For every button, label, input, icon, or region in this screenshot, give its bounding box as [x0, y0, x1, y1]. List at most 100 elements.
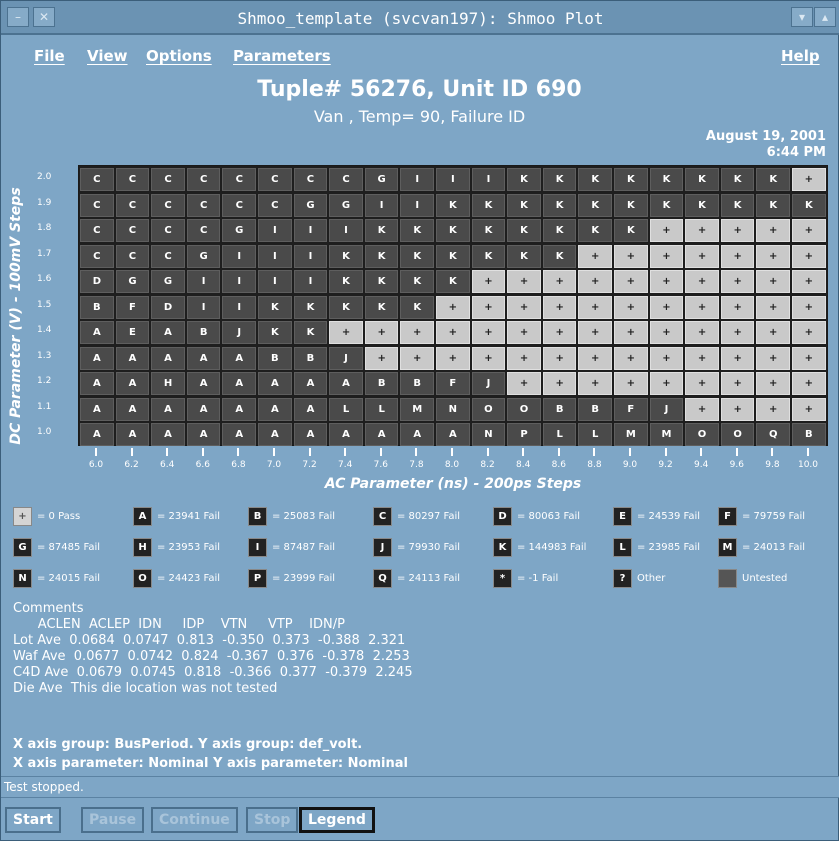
grid-cell: C [115, 168, 150, 191]
legend-item: I = 87487 Fail [248, 537, 335, 559]
shmoo-window: – ✕ Shmoo_template (svcvan197): Shmoo Pl… [0, 0, 839, 841]
legend-item: N = 24015 Fail [13, 568, 100, 590]
x-tick-mark [451, 448, 453, 456]
comments-line-c4d: C4D Ave 0.0679 0.0745 0.818 -0.366 0.377… [13, 665, 413, 680]
minimize-icon[interactable]: ▾ [791, 7, 813, 27]
grid-cell: C [258, 193, 292, 217]
grid-cell: A [115, 423, 150, 446]
menu-file[interactable]: File [34, 47, 65, 65]
grid-cell: L [329, 397, 363, 421]
grid-cell: + [364, 321, 399, 344]
pause-button[interactable]: Pause [81, 807, 145, 833]
grid-cell: G [293, 193, 328, 217]
grid-cell: + [507, 346, 541, 370]
x-tick-label: 8.4 [516, 460, 531, 470]
grid-cell: L [578, 423, 613, 446]
grid-cell: + [542, 372, 577, 395]
grid-cell: I [258, 270, 292, 293]
grid-cell: C [80, 193, 114, 217]
menu-parameters[interactable]: Parameters [233, 47, 331, 65]
grid-cell: O [720, 423, 755, 446]
grid-cell: C [186, 193, 221, 217]
plot-subtitle: Van , Temp= 90, Failure ID [313, 107, 526, 126]
comments-line-lot: Lot Ave 0.0684 0.0747 0.813 -0.350 0.373… [13, 633, 406, 648]
comments-label: Comments [13, 601, 84, 616]
grid-cell: C [258, 168, 292, 191]
legend-swatch: P [248, 568, 267, 588]
grid-cell: + [436, 321, 470, 344]
grid-cell: + [400, 346, 435, 370]
legend-swatch: C [373, 506, 392, 526]
grid-cell: C [115, 219, 150, 242]
legend-button[interactable]: Legend [299, 807, 375, 833]
legend-text: = 23999 Fail [272, 573, 336, 584]
grid-cell: G [186, 244, 221, 268]
x-tick-mark [273, 448, 275, 456]
grid-cell: C [80, 168, 114, 191]
grid-cell: C [115, 193, 150, 217]
maximize-icon[interactable]: ▴ [814, 7, 836, 27]
legend-swatch: H [133, 537, 152, 557]
grid-cell: K [436, 219, 470, 242]
grid-cell: F [614, 397, 648, 421]
grid-cell: + [614, 346, 648, 370]
legend-text: = 23985 Fail [637, 542, 701, 553]
grid-cell: B [258, 346, 292, 370]
menu-view[interactable]: View [87, 47, 128, 65]
grid-cell: + [685, 295, 719, 319]
x-tick-mark [629, 448, 631, 456]
grid-cell: A [258, 423, 292, 446]
x-tick-label: 10.0 [797, 460, 819, 470]
comments-line-waf: Waf Ave 0.0677 0.0742 0.824 -0.367 0.376… [13, 649, 410, 664]
grid-cell: + [649, 346, 684, 370]
grid-cell: + [720, 270, 755, 293]
x-tick-mark [593, 448, 596, 456]
legend-swatch: I [248, 537, 267, 557]
grid-cell: K [792, 193, 826, 217]
continue-button[interactable]: Continue [151, 807, 238, 833]
comments-header: ACLEN ACLEP IDN IDP VTN VTP IDN/P [13, 617, 345, 632]
grid-cell: B [186, 321, 221, 344]
grid-cell: + [578, 321, 613, 344]
grid-cell: + [578, 346, 613, 370]
axis-parameter-info: X axis parameter: Nominal Y axis paramet… [13, 756, 408, 771]
grid-cell: + [542, 321, 577, 344]
grid-cell: I [186, 270, 221, 293]
grid-cell: H [151, 372, 185, 395]
grid-cell: K [578, 219, 613, 242]
start-button[interactable]: Start [5, 807, 61, 833]
grid-cell: I [471, 168, 506, 191]
stop-button[interactable]: Stop [246, 807, 299, 833]
grid-cell: A [222, 372, 257, 395]
x-tick-label: 7.8 [409, 460, 424, 470]
grid-cell: C [151, 168, 185, 191]
grid-cell: + [578, 270, 613, 293]
x-tick-label: 8.6 [551, 460, 566, 470]
legend-swatch: * [493, 568, 512, 588]
legend-swatch: B [248, 506, 267, 526]
x-tick-label: 8.0 [444, 460, 460, 470]
grid-cell: J [471, 372, 506, 395]
grid-cell: G [115, 270, 150, 293]
grid-cell: K [685, 193, 719, 217]
grid-cell: K [614, 219, 648, 242]
x-tick-label: 7.6 [373, 460, 388, 470]
menu-help[interactable]: Help [781, 47, 820, 65]
grid-cell: + [471, 295, 506, 319]
grid-cell: C [186, 219, 221, 242]
grid-cell: + [792, 270, 826, 293]
legend-swatch: E [613, 506, 632, 526]
menu-options[interactable]: Options [146, 47, 212, 65]
x-tick-mark [415, 448, 418, 456]
x-tick-mark [486, 448, 489, 456]
grid-cell: + [649, 321, 684, 344]
grid-cell: + [471, 346, 506, 370]
legend-text: Untested [742, 573, 788, 584]
legend-row: G = 87485 Fail H = 23953 Fail I = 87487 Fail J… [13, 537, 828, 559]
grid-cell: A [293, 423, 328, 446]
grid-cell: + [614, 372, 648, 395]
grid-cell: + [756, 219, 791, 242]
legend-text: = 23941 Fail [157, 511, 221, 522]
grid-cell: + [542, 295, 577, 319]
grid-cell: J [329, 346, 363, 370]
